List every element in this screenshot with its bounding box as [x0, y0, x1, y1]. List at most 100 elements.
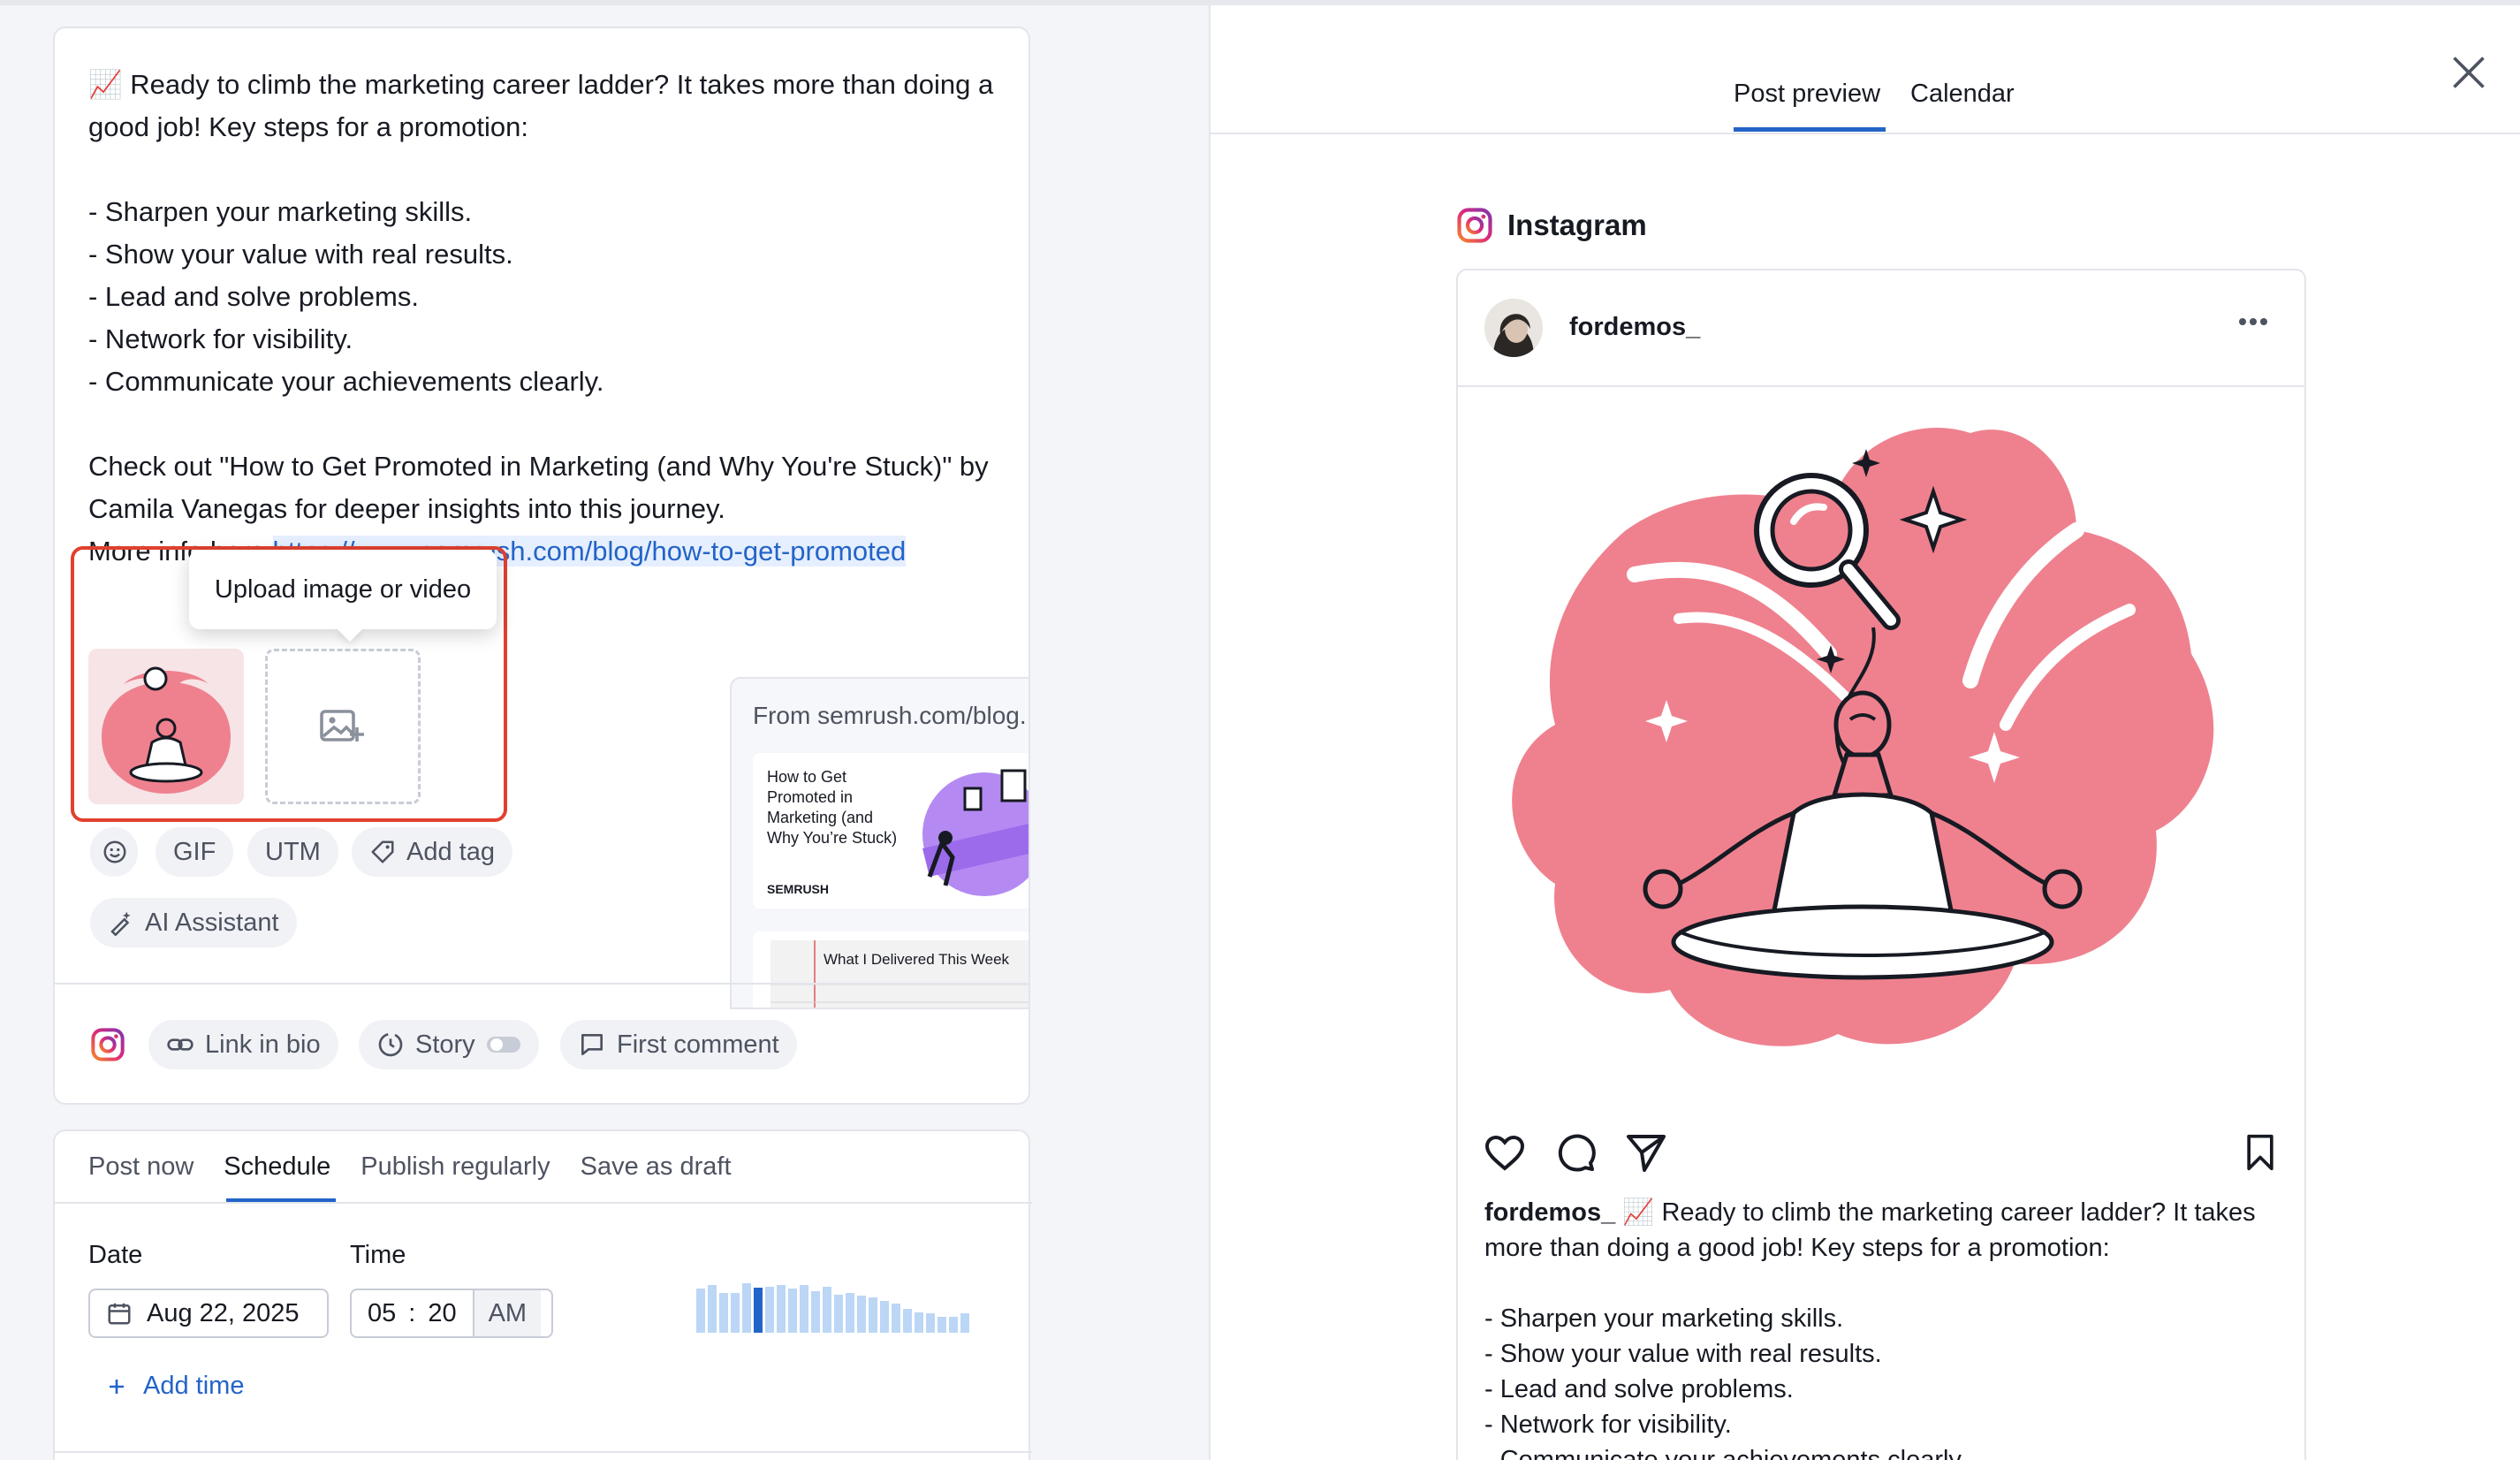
tag-icon — [371, 840, 394, 863]
activity-bar — [754, 1288, 763, 1333]
time-separator: : — [408, 1298, 416, 1327]
post-caption: fordemos_ 📈 Ready to climb the marketing… — [1484, 1195, 2288, 1460]
instagram-post-preview: fordemos_ fordemos_ 📈 Ready to climb the… — [1456, 269, 2306, 1460]
best-time-activity-chart — [696, 1283, 997, 1333]
ampm-toggle[interactable]: AM — [472, 1290, 542, 1336]
tab-schedule[interactable]: Schedule — [224, 1152, 330, 1182]
tab-post-now[interactable]: Post now — [88, 1152, 194, 1182]
first-comment-label: First comment — [617, 1030, 779, 1059]
date-label: Date — [88, 1241, 143, 1269]
post-text-editor[interactable]: 📈 Ready to climb the marketing career la… — [88, 64, 1025, 573]
activity-bar — [903, 1309, 912, 1333]
add-tag-label: Add tag — [406, 837, 495, 866]
preview-panel: Post preview Calendar Instagram fordemos… — [1209, 5, 2520, 1460]
add-time-label: Add time — [143, 1372, 245, 1400]
magic-pen-icon — [110, 911, 131, 936]
add-time-button[interactable]: Add time — [106, 1372, 244, 1401]
plus-icon — [110, 1379, 124, 1394]
hour-input[interactable]: 05 — [352, 1299, 408, 1328]
link-preview-card[interactable]: What I Delivered This Week — [753, 932, 1028, 1008]
activity-bar — [880, 1301, 889, 1333]
activity-bar — [926, 1313, 935, 1333]
activity-bar — [777, 1285, 786, 1333]
network-heading: Instagram — [1456, 207, 1647, 244]
caption-text: 📈 Ready to climb the marketing career la… — [1484, 1198, 2256, 1460]
avatar — [1484, 299, 1543, 357]
activity-bar — [731, 1293, 740, 1333]
schedule-divider — [55, 1451, 1032, 1453]
activity-bar — [857, 1296, 866, 1333]
link-preview-card-title: What I Delivered This Week — [824, 951, 1010, 968]
preview-tabs: Post preview Calendar — [1734, 80, 2015, 109]
link-preview-source: From semrush.com/blog... — [753, 702, 1030, 729]
comment-icon — [581, 1034, 603, 1055]
activity-bar — [719, 1293, 728, 1333]
gif-button[interactable]: GIF — [156, 827, 234, 877]
instagram-icon — [91, 1028, 125, 1061]
composer-divider — [55, 983, 1028, 985]
date-value: Aug 22, 2025 — [147, 1298, 300, 1327]
link-preview-panel: From semrush.com/blog... How to Get Prom… — [730, 677, 1030, 1009]
activity-bar — [823, 1287, 831, 1333]
bookmark-icon[interactable] — [2241, 1131, 2280, 1174]
link-preview-card[interactable]: How to Get Promoted in Marketing (and Wh… — [753, 753, 1028, 909]
emoji-button[interactable] — [90, 827, 138, 877]
activity-bar — [869, 1297, 877, 1333]
toggle-switch-icon[interactable] — [486, 1034, 521, 1055]
activity-bar — [937, 1317, 946, 1333]
activity-bar — [834, 1295, 843, 1333]
link-in-bio-button[interactable]: Link in bio — [148, 1020, 338, 1069]
chart-emoji: 📈 — [88, 69, 123, 100]
activity-bar — [788, 1289, 797, 1333]
post-username: fordemos_ — [1569, 313, 1701, 341]
caption-username: fordemos_ — [1484, 1198, 1616, 1227]
share-send-icon[interactable] — [1624, 1131, 1668, 1174]
more-options-icon[interactable] — [2237, 316, 2269, 327]
minute-input[interactable]: 20 — [415, 1299, 472, 1328]
instagram-icon — [1457, 208, 1492, 243]
gif-label: GIF — [173, 837, 216, 866]
story-toggle[interactable]: Story — [359, 1020, 539, 1069]
upload-tooltip-text: Upload image or video — [214, 575, 472, 604]
tab-calendar[interactable]: Calendar — [1910, 80, 2015, 109]
first-comment-button[interactable]: First comment — [560, 1020, 797, 1069]
activity-bar — [960, 1313, 969, 1333]
add-tag-button[interactable]: Add tag — [352, 827, 512, 877]
schedule-panel: Post now Schedule Publish regularly Save… — [53, 1129, 1032, 1460]
tab-post-preview[interactable]: Post preview — [1734, 80, 1880, 109]
network-name: Instagram — [1507, 209, 1647, 241]
post-header: fordemos_ — [1458, 270, 2304, 387]
comment-bubble-icon[interactable] — [1553, 1131, 1598, 1174]
link-in-bio-label: Link in bio — [205, 1030, 321, 1059]
activity-bar — [892, 1304, 900, 1333]
post-image — [1458, 389, 2304, 1122]
ai-assistant-button[interactable]: AI Assistant — [90, 898, 297, 947]
document-illustration — [770, 940, 1028, 1008]
like-heart-icon[interactable] — [1483, 1131, 1527, 1174]
calendar-icon — [108, 1303, 131, 1325]
activity-bar — [765, 1287, 774, 1333]
smiley-icon — [103, 840, 126, 863]
activity-bar — [915, 1312, 923, 1333]
date-field[interactable]: Aug 22, 2025 — [88, 1289, 329, 1338]
time-label: Time — [350, 1241, 406, 1269]
activity-bar — [800, 1285, 808, 1333]
tab-save-as-draft[interactable]: Save as draft — [581, 1152, 732, 1182]
activity-bar — [949, 1317, 958, 1333]
activity-bar — [846, 1293, 854, 1333]
preview-tab-underline — [1734, 127, 1886, 132]
preview-tabs-divider — [1211, 133, 2520, 134]
tabs-divider — [55, 1202, 1032, 1204]
utm-button[interactable]: UTM — [247, 827, 338, 877]
time-field[interactable]: 05 : 20 AM — [350, 1289, 553, 1338]
avatar-photo — [1484, 299, 1543, 357]
post-text-body: Ready to climb the marketing career ladd… — [88, 69, 994, 567]
utm-label: UTM — [265, 837, 321, 866]
ai-assistant-label: AI Assistant — [145, 908, 279, 937]
link-preview-illustration — [922, 769, 1028, 896]
tab-publish-regularly[interactable]: Publish regularly — [361, 1152, 550, 1182]
close-icon[interactable] — [2449, 53, 2488, 92]
activity-bar — [696, 1289, 705, 1333]
activity-bar — [811, 1291, 820, 1333]
history-clock-icon — [378, 1032, 403, 1057]
